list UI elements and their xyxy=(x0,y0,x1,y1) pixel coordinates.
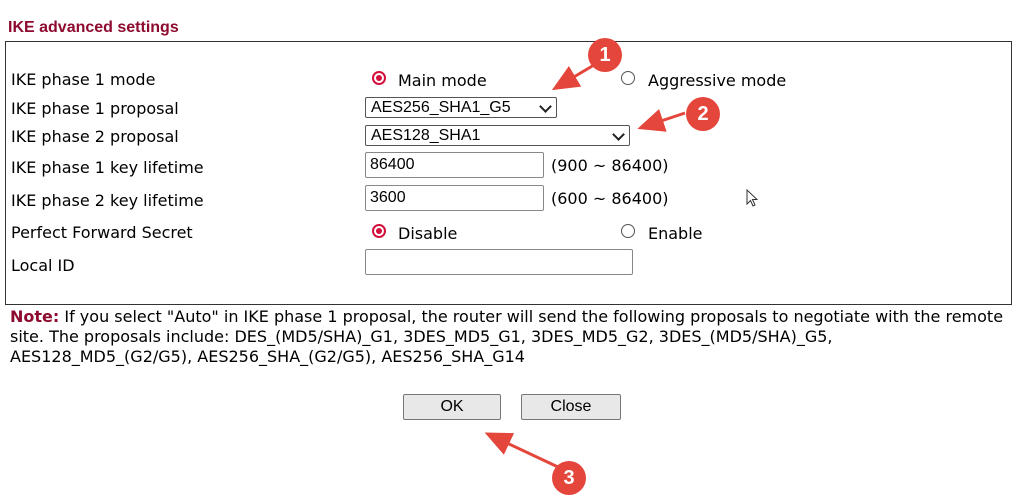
mouse-pointer-icon xyxy=(746,188,759,207)
arrow-3 xyxy=(484,432,559,469)
arrow-2 xyxy=(637,108,686,132)
arrow-1 xyxy=(551,63,595,91)
annotation-badge-2: 2 xyxy=(686,97,720,131)
annotation-badge-3: 3 xyxy=(552,461,586,495)
annotation-badge-1: 1 xyxy=(588,38,622,72)
annotation-arrows xyxy=(484,63,759,469)
